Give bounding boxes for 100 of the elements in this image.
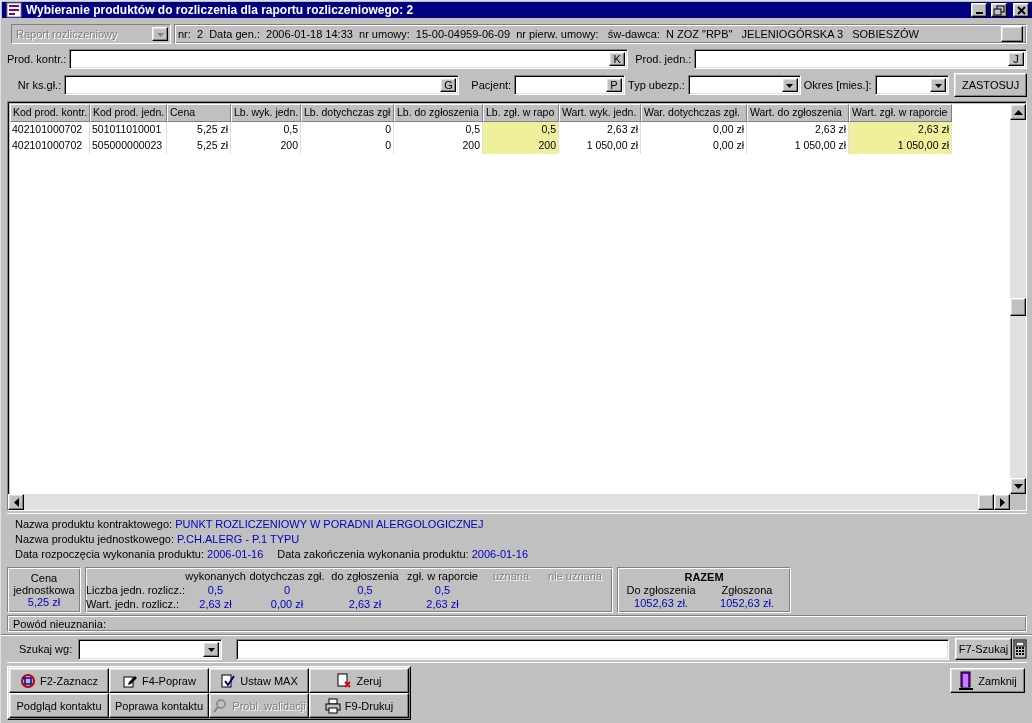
input-field[interactable]: J <box>694 49 1027 69</box>
restore-icon <box>992 4 1006 16</box>
search-field[interactable] <box>236 638 949 660</box>
field-label: Nazwa produktu jednostkowego: <box>15 533 174 545</box>
scroll-thumb[interactable] <box>978 494 994 510</box>
totals-value: 1052,63 zł. <box>633 596 689 610</box>
column-header[interactable]: Cena <box>167 104 231 122</box>
dropdown-button[interactable] <box>203 641 220 657</box>
input-field[interactable]: K <box>69 49 629 69</box>
close-button[interactable] <box>1013 3 1029 17</box>
field-label: Okres [mies.]: <box>803 79 872 91</box>
field-label: Pacjent: <box>471 79 512 91</box>
scroll-left-button[interactable] <box>8 494 24 510</box>
action-button[interactable]: F9-Drukuj <box>309 693 409 718</box>
document-check-icon <box>220 672 237 689</box>
totals-label: Do zgłoszenia <box>625 583 697 597</box>
field-value: PUNKT ROZLICZENIOWY W PORADNI ALERGOLOGICZNEJ <box>174 518 484 530</box>
door-icon <box>958 671 975 690</box>
input-field[interactable]: G <box>64 75 460 95</box>
table-cell: 200 <box>483 138 559 154</box>
table-cell: 0,5 <box>483 122 559 138</box>
vertical-scrollbar[interactable] <box>1010 104 1026 494</box>
scroll-up-button[interactable] <box>1010 104 1026 120</box>
column-header: zgł. w raporcie <box>406 569 479 584</box>
summary-value: 2,63 zł <box>425 597 460 612</box>
lookup-button[interactable]: G <box>440 78 457 92</box>
table-cell: 505000000023 <box>90 138 167 154</box>
scroll-right-button[interactable] <box>994 494 1010 510</box>
table-cell: 501011010001 <box>90 122 167 138</box>
field-label: Szukaj wg: <box>19 643 73 655</box>
document-cross-icon <box>336 672 353 689</box>
action-button[interactable]: F2-Zaznacz <box>9 668 109 693</box>
minimize-icon <box>975 12 983 14</box>
table-cell: 0,5 <box>231 122 301 138</box>
horizontal-scrollbar[interactable] <box>8 494 1026 510</box>
summary-value: 2,63 zł <box>198 597 233 612</box>
input-field[interactable]: P <box>514 75 625 95</box>
table-cell: 0 <box>301 122 394 138</box>
table-cell: 402101000702 <box>10 122 90 138</box>
field-label: Prod. kontr.: <box>7 53 67 65</box>
field-label: Prod. jedn.: <box>635 53 692 65</box>
field-label: Nazwa produktu kontraktowego: <box>15 518 173 530</box>
lookup-button[interactable]: P <box>606 78 622 92</box>
dropdown-field[interactable] <box>78 638 223 660</box>
totals-title: RAZEM <box>683 570 725 584</box>
column-header[interactable]: Lb. zgł. w rapo <box>483 104 559 122</box>
summary-value: 2,63 zł <box>347 597 383 612</box>
column-header[interactable]: Kod prod. jedn. <box>90 104 167 122</box>
lookup-button[interactable]: K <box>609 52 626 66</box>
table-cell: 1 050,00 zł <box>559 138 641 154</box>
action-button[interactable]: F4-Popraw <box>109 668 209 693</box>
window-title: Wybieranie produktów do rozliczenia dla raportu rozliczeniowego: 2 <box>26 3 415 17</box>
table-cell: 200 <box>231 138 301 154</box>
minimize-button[interactable] <box>971 3 987 17</box>
panel-button[interactable] <box>1001 26 1023 42</box>
dropdown-field[interactable] <box>874 75 950 95</box>
action-button: Probl. walidacji <box>209 693 309 718</box>
apply-button[interactable]: ZASTOSUJ <box>954 73 1027 97</box>
column-header[interactable]: Kod prod. kontr. <box>10 104 90 122</box>
column-header[interactable]: Wart. wyk. jedn. <box>559 104 641 122</box>
field-label: Data zakończenia wykonania produktu: <box>277 548 469 560</box>
column-header[interactable]: Wart. zgł. w raporcie <box>849 104 952 122</box>
field-label: Powód nieuznania: <box>13 617 106 630</box>
column-header: wykonanych <box>184 569 247 584</box>
dropdown-button[interactable] <box>781 78 798 92</box>
table-cell: 5,25 zł <box>167 138 231 154</box>
field-label: Data rozpoczęcia wykonania produktu: <box>15 548 204 560</box>
row-label: Wart. jedn. rozlicz.: <box>86 597 181 612</box>
field-value: 2006-01-16 <box>470 548 528 560</box>
totals-value: 1052,63 zł. <box>719 596 775 610</box>
calculator-icon[interactable] <box>1013 639 1027 659</box>
dropdown-field[interactable] <box>687 75 801 95</box>
table-cell: 402101000702 <box>10 138 90 154</box>
unit-price-label: Cena jednostkowa <box>12 572 76 596</box>
column-header[interactable]: War. dotychczas zgł. <box>641 104 747 122</box>
column-header: dotychczas zgł. <box>249 569 325 584</box>
cycle-icon <box>19 672 36 689</box>
close-button[interactable]: Zamknij <box>950 668 1025 693</box>
column-header[interactable]: Wart. do zgłoszenia <box>747 104 849 122</box>
lookup-button[interactable]: J <box>1008 52 1024 66</box>
restore-button[interactable] <box>991 3 1007 17</box>
field-value: 2006-01-16 <box>206 548 264 560</box>
action-button[interactable]: Ustaw MAX <box>209 668 309 693</box>
field-label: Nr ks.gł.: <box>17 79 62 91</box>
column-header[interactable]: Lb. wyk. jedn. <box>231 104 301 122</box>
column-header: nie uznana <box>547 569 603 584</box>
action-button[interactable]: Podgląd kontaktu <box>9 693 109 718</box>
totals-label: Zgłoszona <box>720 583 774 597</box>
column-header: do zgłoszenia <box>330 569 400 584</box>
scroll-down-button[interactable] <box>1010 478 1026 494</box>
column-header[interactable]: Lb. dotychczas zgł <box>301 104 394 122</box>
table-cell: 5,25 zł <box>167 122 231 138</box>
column-header: uznana <box>491 569 531 584</box>
action-button[interactable]: Poprawa kontaktu <box>109 693 209 718</box>
column-header[interactable]: Lb. do zgłoszenia <box>394 104 483 122</box>
dropdown-button[interactable] <box>930 78 947 92</box>
action-button[interactable]: Zeruj <box>309 668 409 693</box>
scroll-thumb[interactable] <box>1010 298 1026 316</box>
search-button[interactable]: F7-Szukaj <box>955 638 1012 660</box>
report-info: nr: 2 Data gen.: 2006-01-18 14:33 nr umowy: 15-00-04959-06-09 nr pierw. umowy: św-dawca: N ZOZ "RPB" JELENIOGÓRSKA 3 SOBIESZÓW <box>178 28 920 40</box>
